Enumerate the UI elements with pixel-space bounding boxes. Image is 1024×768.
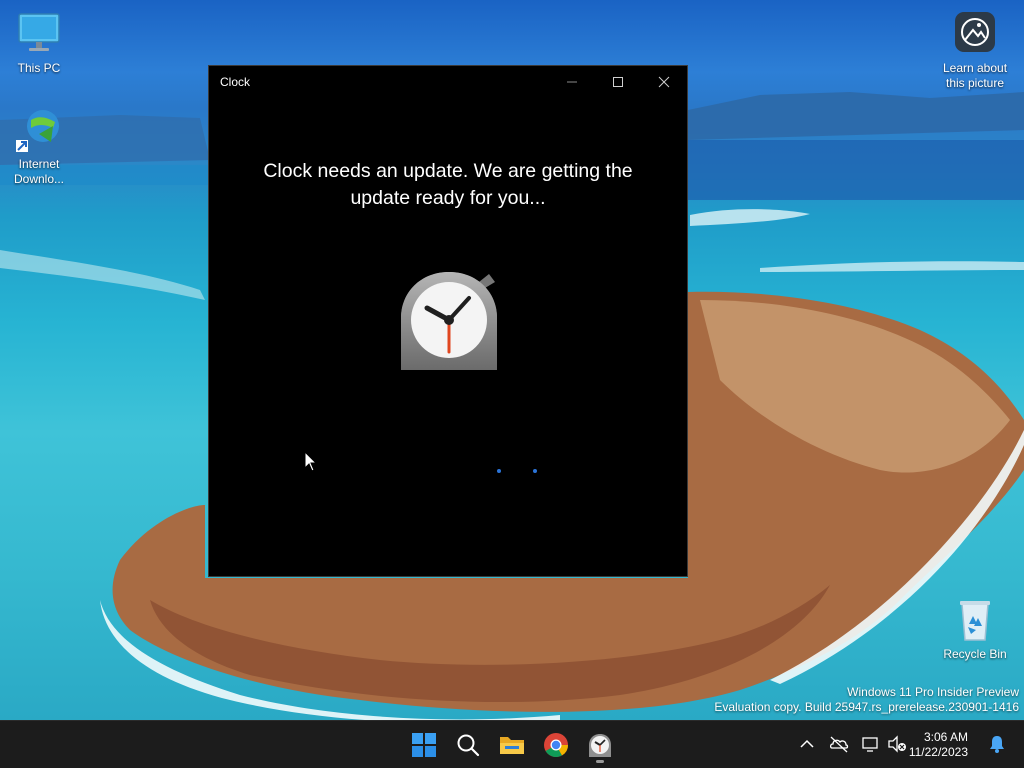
clock-app-window[interactable]: Clock Clock needs an update. We are gett… <box>208 65 688 577</box>
file-explorer-icon <box>500 737 524 754</box>
update-message: Clock needs an update. We are getting th… <box>263 160 633 209</box>
notification-bell-icon[interactable] <box>986 733 1008 755</box>
search-icon <box>457 734 480 757</box>
clock-app-taskbar-button[interactable] <box>580 725 620 765</box>
watermark-line2: Evaluation copy. Build 25947.rs_prerelea… <box>714 700 1019 714</box>
window-title: Clock <box>220 75 251 89</box>
minimize-icon <box>567 81 577 83</box>
onedrive-offline-icon[interactable] <box>828 733 850 755</box>
windows-start-icon <box>412 733 436 757</box>
this-pc-label: This PC <box>17 61 61 75</box>
close-button[interactable] <box>641 66 687 98</box>
volume-muted-icon[interactable] <box>886 733 908 755</box>
recycle-bin-desktop-icon[interactable]: Recycle Bin <box>938 596 1012 662</box>
learn-about-this-picture-desktop-icon[interactable]: Learn about this picture <box>938 10 1012 91</box>
internet-download-manager-desktop-icon[interactable]: Internet Downlo... <box>2 106 76 187</box>
monitor-icon <box>15 10 63 58</box>
maximize-button[interactable] <box>595 66 641 98</box>
clock-time: 3:06 AM <box>923 730 968 744</box>
system-clock[interactable]: 3:06 AM 11/22/2023 <box>909 730 968 760</box>
minimize-button[interactable] <box>549 66 595 98</box>
clock-date: 11/22/2023 <box>908 745 968 759</box>
recycle-bin-label: Recycle Bin <box>943 647 1007 661</box>
watermark-line1: Windows 11 Pro Insider Preview <box>847 685 1019 699</box>
active-app-indicator <box>596 760 604 763</box>
start-button[interactable] <box>404 725 444 765</box>
clock-app-icon <box>589 734 611 757</box>
file-explorer-button[interactable] <box>492 725 532 765</box>
internet-download-manager-label: Internet Downlo... <box>13 157 65 186</box>
taskbar: 3:06 AM 11/22/2023 <box>0 720 1024 768</box>
clock-app-logo-icon <box>397 268 501 372</box>
search-button[interactable] <box>448 725 488 765</box>
maximize-icon <box>613 77 623 87</box>
loading-dot <box>533 469 537 473</box>
chrome-icon <box>544 733 568 758</box>
loading-dot <box>497 469 501 473</box>
spotlight-icon <box>951 10 999 58</box>
show-hidden-icons-chevron-up-icon[interactable] <box>796 733 818 755</box>
learn-about-this-picture-label: Learn about this picture <box>942 61 1008 90</box>
idm-globe-icon <box>15 106 63 154</box>
recycle-bin-icon <box>951 596 999 644</box>
windows-watermark: Windows 11 Pro Insider Preview Evaluatio… <box>714 685 1019 715</box>
close-icon <box>658 76 670 88</box>
mouse-cursor-icon <box>304 451 318 472</box>
this-pc-desktop-icon[interactable]: This PC <box>2 10 76 76</box>
network-icon[interactable] <box>860 733 882 755</box>
chrome-button[interactable] <box>536 725 576 765</box>
title-bar[interactable]: Clock <box>209 66 687 98</box>
